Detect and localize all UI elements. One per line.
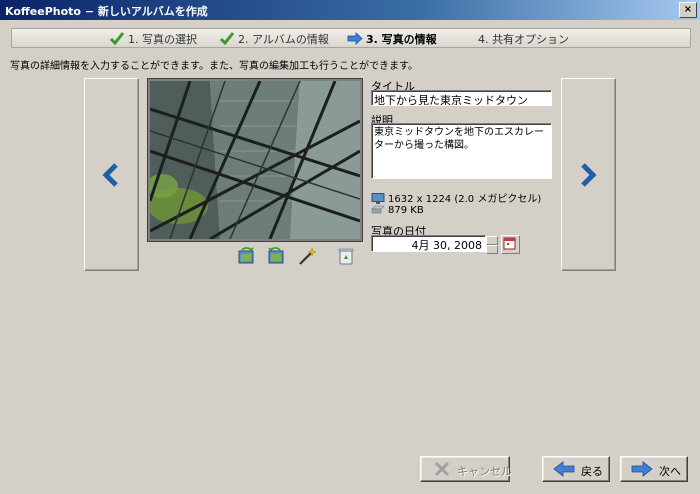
rotate-right-icon[interactable] [266, 246, 286, 266]
description-field[interactable]: 東京ミッドタウンを地下のエスカレーターから撮った構図。 [371, 123, 552, 179]
chevron-right-icon [581, 163, 597, 187]
next-label: 次へ [659, 465, 681, 478]
magic-wand-icon[interactable] [297, 246, 317, 266]
filesize-text: 879 KB [388, 205, 424, 216]
x-icon [434, 461, 450, 477]
check-icon [219, 32, 235, 45]
step-album-info: 2. アルバムの情報 [219, 31, 329, 46]
image-dimensions: 1632 x 1224 (2.0 メガピクセル) [371, 190, 541, 205]
back-button[interactable]: 戻る [542, 456, 610, 482]
step-label: 1. 写真の選択 [128, 33, 197, 46]
check-icon [109, 32, 125, 45]
date-spinner[interactable] [486, 236, 498, 254]
rotate-left-icon[interactable] [236, 246, 256, 266]
image-filesize: 879 KB [371, 204, 424, 216]
title-bar: KoffeePhoto − 新しいアルバムを作成 × [0, 0, 700, 20]
step-share-options: 4. 共有オプション [478, 31, 569, 46]
drive-icon [371, 205, 385, 214]
spin-down-icon[interactable] [486, 245, 498, 254]
close-button[interactable]: × [679, 2, 697, 18]
step-select-photos: 1. 写真の選択 [109, 31, 197, 46]
arrow-left-icon [553, 461, 575, 477]
step-label: 4. 共有オプション [478, 33, 569, 46]
window-title: KoffeePhoto − 新しいアルバムを作成 [5, 5, 208, 18]
step-photo-info: 3. 写真の情報 [347, 31, 437, 46]
date-field[interactable]: 4月 30, 2008 [371, 235, 486, 252]
calendar-button[interactable] [501, 235, 520, 254]
step-label: 2. アルバムの情報 [238, 33, 329, 46]
previous-photo-button[interactable] [84, 78, 139, 271]
spin-up-icon[interactable] [486, 236, 498, 245]
page-description: 写真の詳細情報を入力することができます。また、写真の編集加工も行うことができます… [10, 61, 418, 72]
photo-image [150, 81, 360, 239]
next-button[interactable]: 次へ [620, 456, 688, 482]
cancel-button[interactable]: キャンセル [420, 456, 512, 482]
step-label: 3. 写真の情報 [366, 33, 437, 46]
arrow-right-icon [631, 461, 653, 477]
back-label: 戻る [581, 465, 603, 478]
arrow-right-icon [347, 32, 363, 45]
trash-icon[interactable] [336, 246, 356, 266]
cancel-label: キャンセル [457, 465, 512, 478]
title-field[interactable]: 地下から見た東京ミッドタウン [371, 90, 552, 106]
calendar-icon [503, 237, 516, 250]
monitor-icon [371, 193, 385, 204]
wizard-steps: 1. 写真の選択 2. アルバムの情報 3. 写真の情報 4. 共有オプション [11, 28, 691, 48]
chevron-left-icon [102, 163, 118, 187]
photo-preview [147, 78, 363, 242]
next-photo-button[interactable] [561, 78, 616, 271]
